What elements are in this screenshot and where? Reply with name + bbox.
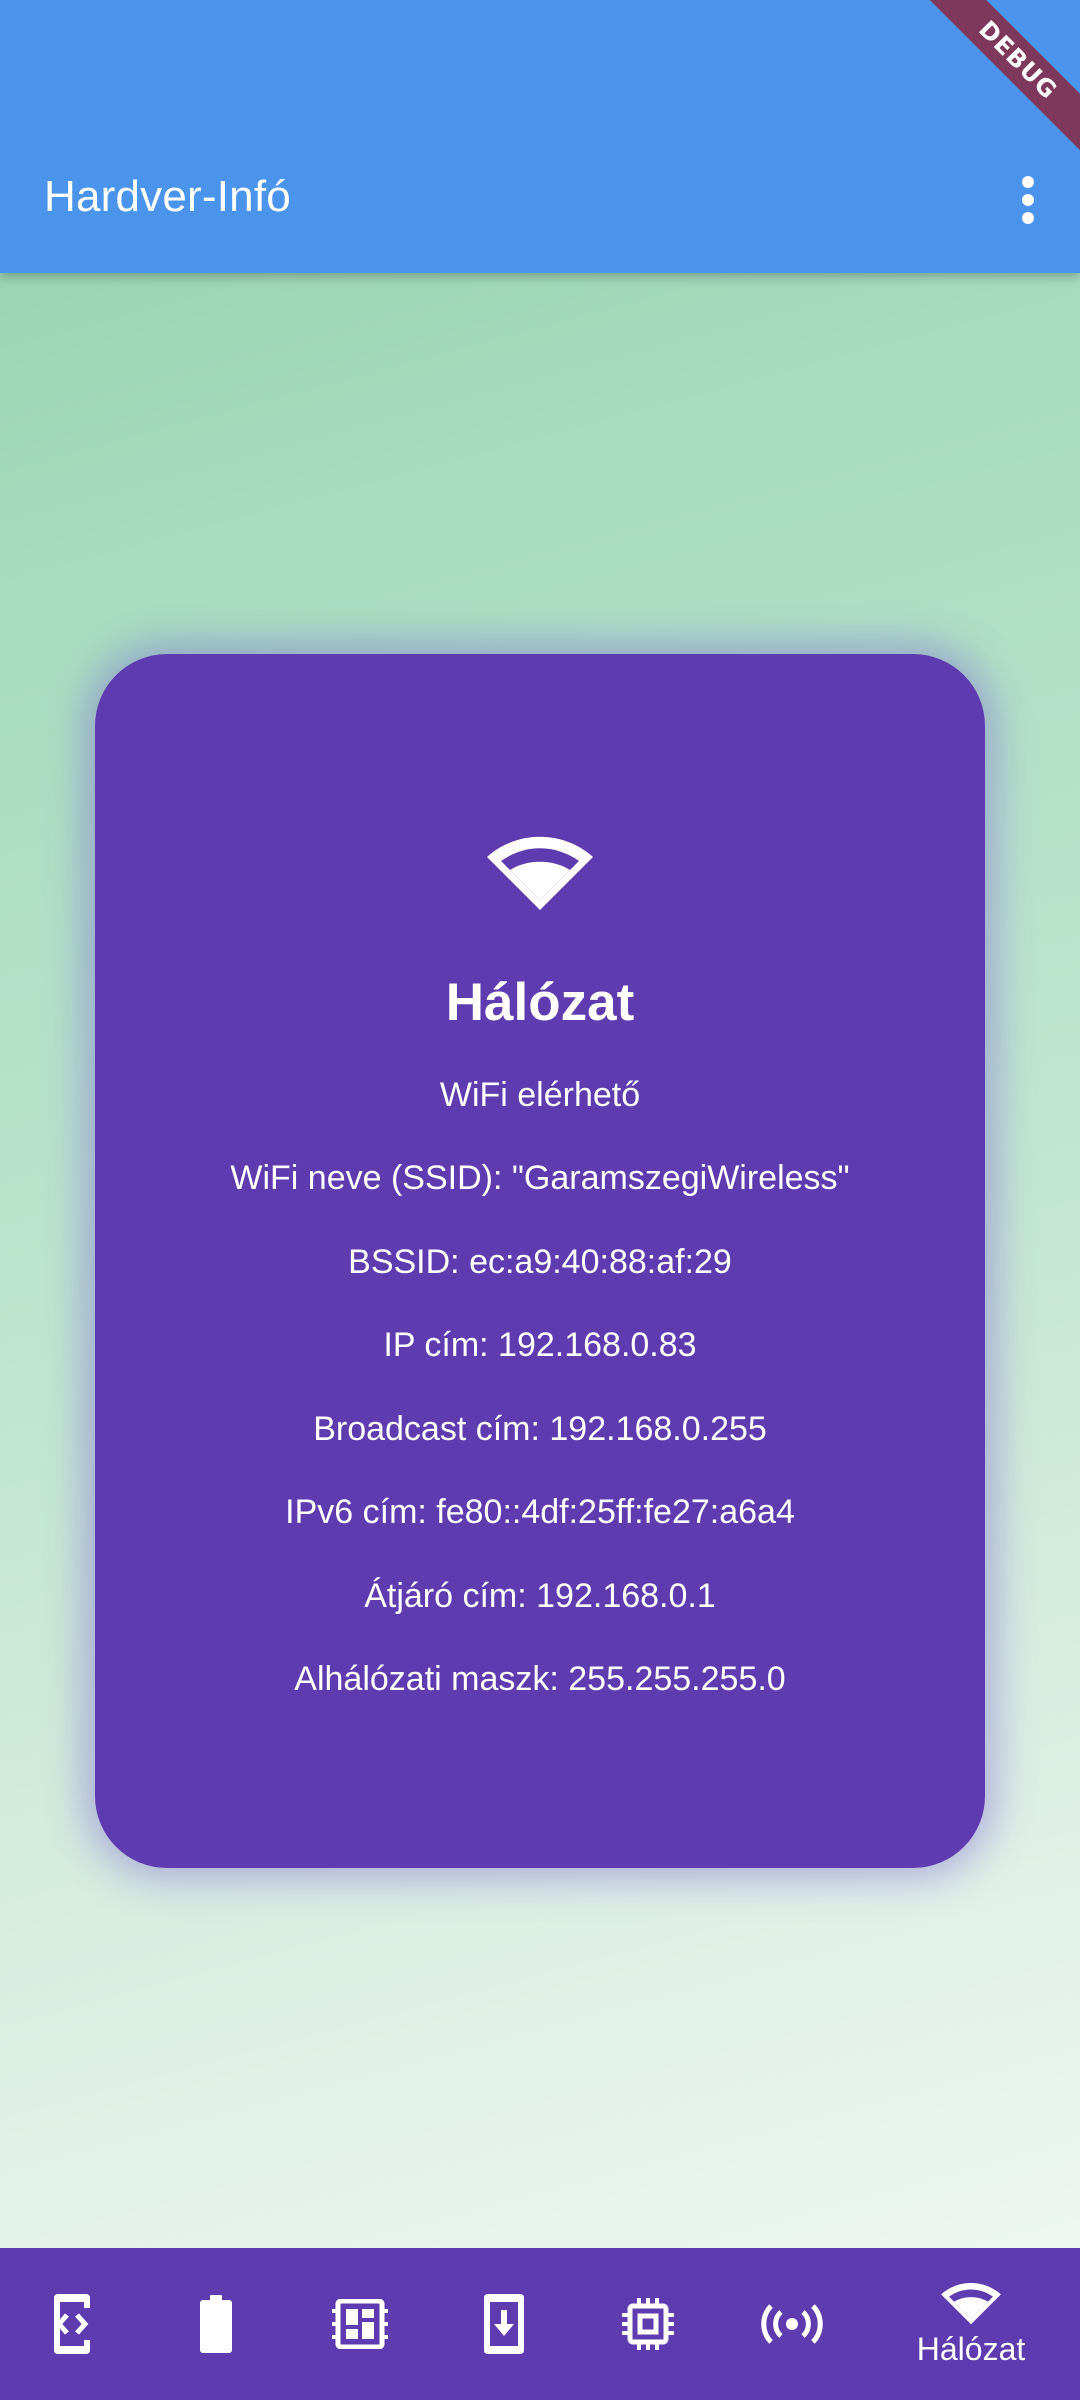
battery-icon xyxy=(200,2295,232,2353)
card-title: Hálózat xyxy=(445,973,635,1032)
wifi-ssid: WiFi neve (SSID): "GaramszegiWireless" xyxy=(230,1159,850,1197)
memory-chip-icon xyxy=(622,2298,674,2350)
debug-banner: DEBUG xyxy=(920,0,1080,160)
wifi-icon xyxy=(941,2282,1001,2324)
ip-address: IP cím: 192.168.0.83 xyxy=(383,1326,697,1364)
app-bar: Hardver-Infó xyxy=(0,0,1080,273)
nav-item-network[interactable]: Hálózat xyxy=(901,2248,1041,2400)
network-card: Hálózat WiFi elérhető WiFi neve (SSID): … xyxy=(95,654,985,1868)
nav-item-battery[interactable] xyxy=(146,2248,286,2400)
nav-item-developer[interactable] xyxy=(2,2248,142,2400)
subnet-mask: Alhálózati maszk: 255.255.255.0 xyxy=(294,1660,786,1698)
nav-item-hardware[interactable] xyxy=(290,2248,430,2400)
wifi-status: WiFi elérhető xyxy=(439,1076,641,1114)
nav-item-system[interactable] xyxy=(434,2248,574,2400)
ipv6-address: IPv6 cím: fe80::4df:25ff:fe27:a6a4 xyxy=(285,1493,795,1531)
nav-item-sensors[interactable] xyxy=(722,2248,862,2400)
debug-banner-label: DEBUG xyxy=(920,0,1080,160)
system-update-icon xyxy=(484,2294,524,2354)
wifi-bssid: BSSID: ec:a9:40:88:af:29 xyxy=(348,1243,732,1281)
developer-mode-icon xyxy=(54,2294,90,2354)
broadcast-address: Broadcast cím: 192.168.0.255 xyxy=(313,1410,767,1448)
nav-item-cpu[interactable] xyxy=(578,2248,718,2400)
nav-label-network: Hálózat xyxy=(916,2330,1026,2367)
wifi-icon xyxy=(487,836,593,910)
app-title: Hardver-Infó xyxy=(44,172,291,221)
more-options-button[interactable] xyxy=(988,160,1068,240)
bottom-navigation: Hálózat xyxy=(0,2248,1080,2400)
dashboard-chip-icon xyxy=(332,2299,388,2349)
more-vert-icon xyxy=(1022,176,1034,224)
gateway-address: Átjáró cím: 192.168.0.1 xyxy=(364,1577,716,1615)
sensors-icon xyxy=(761,2304,823,2344)
